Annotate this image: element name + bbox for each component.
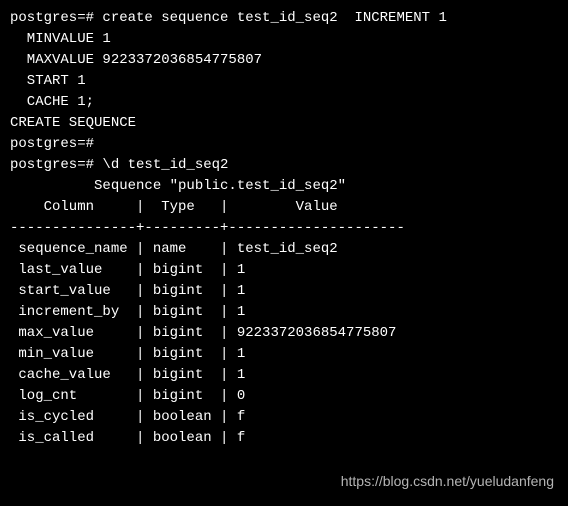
table-row: log_cnt | bigint | 0 — [10, 386, 558, 407]
table-row: increment_by | bigint | 1 — [10, 302, 558, 323]
cmd-create-sequence-l1: postgres=# create sequence test_id_seq2 … — [10, 8, 558, 29]
table-row: is_called | boolean | f — [10, 428, 558, 449]
sequence-title: Sequence "public.test_id_seq2" — [10, 176, 558, 197]
table-row: start_value | bigint | 1 — [10, 281, 558, 302]
prompt-empty: postgres=# — [10, 134, 558, 155]
cmd-create-sequence-l5: CACHE 1; — [10, 92, 558, 113]
table-row: max_value | bigint | 9223372036854775807 — [10, 323, 558, 344]
table-row: last_value | bigint | 1 — [10, 260, 558, 281]
watermark-text: https://blog.csdn.net/yueludanfeng — [341, 471, 554, 492]
table-row: is_cycled | boolean | f — [10, 407, 558, 428]
cmd-create-sequence-l3: MAXVALUE 9223372036854775807 — [10, 50, 558, 71]
cmd-create-sequence-l4: START 1 — [10, 71, 558, 92]
table-header: Column | Type | Value — [10, 197, 558, 218]
table-row: min_value | bigint | 1 — [10, 344, 558, 365]
cmd-create-sequence-l2: MINVALUE 1 — [10, 29, 558, 50]
table-row: cache_value | bigint | 1 — [10, 365, 558, 386]
cmd-describe-sequence: postgres=# \d test_id_seq2 — [10, 155, 558, 176]
result-message: CREATE SEQUENCE — [10, 113, 558, 134]
table-row: sequence_name | name | test_id_seq2 — [10, 239, 558, 260]
table-divider: ---------------+---------+--------------… — [10, 218, 558, 239]
terminal-output[interactable]: postgres=# create sequence test_id_seq2 … — [10, 8, 558, 449]
